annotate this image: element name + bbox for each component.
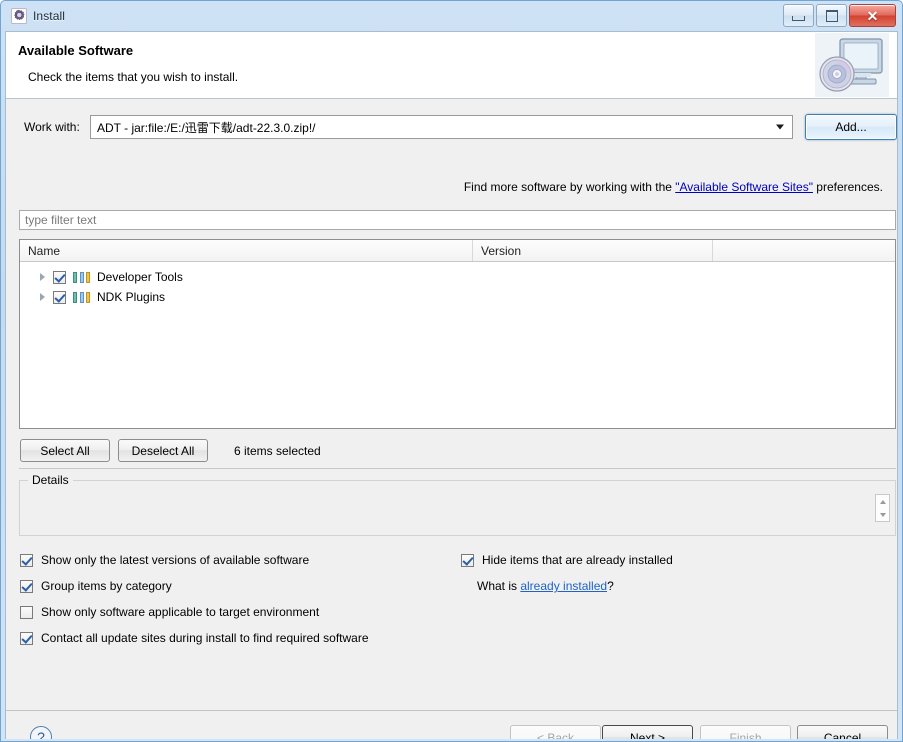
spinner-up-icon	[879, 499, 886, 504]
option-label: Show only software applicable to target …	[41, 605, 320, 619]
question-mark-icon[interactable]: ?	[30, 726, 52, 739]
work-with-value: ADT - jar:file:/E:/迅雷下载/adt-22.3.0.zip!/	[97, 120, 316, 135]
next-button[interactable]: Next >	[602, 725, 693, 739]
monitor-with-disc-icon	[815, 33, 889, 97]
chevron-down-icon[interactable]	[776, 124, 784, 130]
tree-body: Developer Tools NDK Plugins	[20, 262, 895, 307]
page-description: Check the items that you wish to install…	[28, 70, 239, 84]
option-label: Show only the latest versions of availab…	[41, 553, 310, 567]
close-button[interactable]: ✕	[849, 4, 896, 27]
software-tree[interactable]: Name Version Developer Tools NDK Plugins	[19, 239, 896, 429]
option-checkbox[interactable]	[20, 605, 33, 619]
wizard-header: Available Software Check the items that …	[6, 32, 897, 99]
row-name: NDK Plugins	[97, 290, 166, 304]
option-checkbox[interactable]	[461, 553, 474, 567]
chevron-right-icon[interactable]	[40, 293, 45, 301]
window-title: Install	[33, 9, 66, 23]
filter-input[interactable]: type filter text	[19, 210, 896, 230]
option-label: Contact all update sites during install …	[41, 631, 369, 645]
page-title: Available Software	[18, 43, 134, 58]
option-label: Group items by category	[41, 579, 172, 593]
what-is-already-installed: What is already installed?	[477, 579, 614, 593]
details-panel	[19, 480, 896, 536]
items-selected-status: 6 items selected	[234, 444, 321, 458]
category-icon	[73, 271, 90, 283]
deselect-all-button[interactable]: Deselect All	[118, 439, 208, 462]
titlebar: Install ✕	[5, 1, 898, 31]
install-dialog-window: Install ✕ Available Software Check the i…	[0, 0, 903, 742]
already-installed-link[interactable]: already installed	[520, 579, 607, 593]
separator	[19, 468, 896, 469]
option-checkbox[interactable]	[20, 553, 33, 567]
option-show-applicable-target[interactable]: Show only software applicable to target …	[20, 605, 319, 619]
minimize-icon	[792, 15, 805, 21]
select-all-button[interactable]: Select All	[20, 439, 110, 462]
spinner-down-icon	[879, 512, 886, 517]
maximize-button[interactable]	[816, 4, 847, 27]
work-with-combo[interactable]: ADT - jar:file:/E:/迅雷下载/adt-22.3.0.zip!/	[90, 115, 793, 139]
work-with-label: Work with:	[24, 120, 80, 134]
option-hide-installed[interactable]: Hide items that are already installed	[461, 553, 673, 567]
close-icon: ✕	[866, 7, 879, 24]
add-button[interactable]: Add...	[805, 114, 897, 140]
option-checkbox[interactable]	[20, 579, 33, 593]
gear-icon	[11, 8, 27, 24]
spinner-up-button[interactable]	[876, 495, 889, 508]
spinner-down-button[interactable]	[876, 508, 889, 521]
table-row[interactable]: NDK Plugins	[20, 287, 895, 307]
option-label: Hide items that are already installed	[482, 553, 673, 567]
option-contact-update-sites[interactable]: Contact all update sites during install …	[20, 631, 369, 645]
option-checkbox[interactable]	[20, 631, 33, 645]
dialog-client-area: Available Software Check the items that …	[5, 31, 898, 739]
option-show-latest-versions[interactable]: Show only the latest versions of availab…	[20, 553, 309, 567]
option-group-by-category[interactable]: Group items by category	[20, 579, 172, 593]
row-checkbox[interactable]	[53, 270, 66, 284]
category-icon	[73, 291, 90, 303]
chevron-right-icon[interactable]	[40, 273, 45, 281]
table-row[interactable]: Developer Tools	[20, 267, 895, 287]
find-more-software-text: Find more software by working with the "…	[6, 180, 897, 194]
maximize-icon	[825, 9, 838, 22]
tree-header: Name Version	[20, 240, 895, 262]
what-is-prefix: What is	[477, 579, 521, 593]
cancel-button[interactable]: Cancel	[797, 725, 888, 739]
find-more-suffix: preferences.	[812, 180, 883, 194]
available-software-sites-link[interactable]: "Available Software Sites"	[675, 180, 813, 194]
row-checkbox[interactable]	[53, 290, 66, 304]
work-with-row: Work with: ADT - jar:file:/E:/迅雷下载/adt-2…	[6, 111, 897, 143]
column-header-version[interactable]: Version	[473, 240, 713, 261]
details-scroll-spinner[interactable]	[875, 494, 890, 522]
column-header-name[interactable]: Name	[20, 240, 473, 261]
back-button[interactable]: < Back	[510, 725, 601, 739]
finish-button[interactable]: Finish	[700, 725, 791, 739]
minimize-button[interactable]	[783, 4, 814, 27]
details-legend: Details	[28, 473, 73, 487]
what-is-suffix: ?	[607, 579, 614, 593]
window-controls: ✕	[783, 4, 896, 27]
column-header-blank[interactable]	[713, 240, 895, 261]
footer-separator	[6, 710, 897, 711]
row-name: Developer Tools	[97, 270, 183, 284]
find-more-prefix: Find more software by working with the	[463, 180, 676, 194]
